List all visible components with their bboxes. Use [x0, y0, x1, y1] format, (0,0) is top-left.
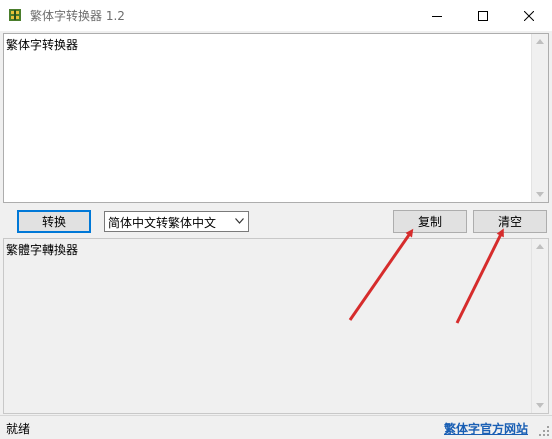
status-bar: 就绪 繁体字官方网站: [0, 415, 552, 439]
input-textarea[interactable]: 繁体字转换器: [3, 33, 549, 203]
output-textarea[interactable]: 繁體字轉換器: [3, 238, 549, 414]
resize-grip-icon[interactable]: [538, 425, 550, 437]
convert-button[interactable]: 转换: [17, 210, 91, 233]
maximize-icon: [478, 10, 488, 21]
clear-button[interactable]: 清空: [473, 210, 547, 233]
chevron-down-icon: [235, 218, 244, 224]
conversion-mode-select[interactable]: 简体中文转繁体中文: [104, 211, 249, 232]
copy-button[interactable]: 复制: [393, 210, 467, 233]
input-text: 繁体字转换器: [6, 38, 79, 52]
minimize-button[interactable]: [414, 0, 460, 31]
output-scrollbar[interactable]: [531, 239, 548, 413]
title-bar: 繁体字转换器 1.2: [0, 0, 552, 31]
scroll-up-icon: [536, 244, 544, 249]
status-text: 就绪: [6, 422, 31, 436]
close-icon: [524, 10, 534, 21]
close-button[interactable]: [506, 0, 552, 31]
scroll-down-icon: [536, 403, 544, 408]
scroll-down-icon: [536, 192, 544, 197]
app-icon: [9, 9, 21, 21]
window-title: 繁体字转换器 1.2: [30, 9, 125, 23]
scroll-up-icon: [536, 39, 544, 44]
minimize-icon: [432, 15, 442, 17]
input-scrollbar[interactable]: [531, 34, 548, 202]
conversion-mode-value: 简体中文转繁体中文: [108, 216, 217, 230]
output-text: 繁體字轉換器: [6, 243, 79, 257]
maximize-button[interactable]: [460, 0, 506, 31]
website-link[interactable]: 繁体字官方网站: [444, 420, 528, 437]
